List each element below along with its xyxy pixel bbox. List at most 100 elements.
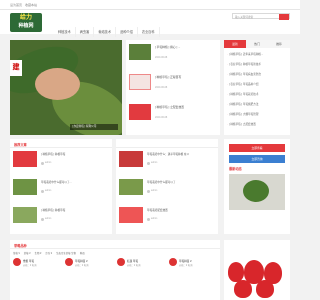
sidebar-list: 最新 热门 推荐 [ 种植草莓 ] 近年来草莓种植... [ 农业草莓 ] 种植… bbox=[224, 40, 290, 135]
news-date: 2020-06-08 bbox=[155, 56, 168, 59]
avatar bbox=[147, 218, 150, 221]
article-thumbnail[interactable] bbox=[13, 151, 37, 167]
list-item[interactable]: [ 种植草莓 ] 种植草莓 admin bbox=[13, 206, 109, 234]
sidebar-item[interactable]: [ 种植草莓 ] 草莓病虫害防治 bbox=[227, 72, 261, 76]
news-thumbnail[interactable] bbox=[129, 74, 151, 90]
right-panel: 立即查看 立即咨询 最新动态 bbox=[224, 139, 290, 234]
news-date: 2020-06-08 bbox=[155, 86, 168, 89]
leaf-shape bbox=[243, 180, 269, 202]
tag[interactable]: 生态冷冻草莓 生物 bbox=[56, 251, 76, 255]
hero-badge: 建 bbox=[10, 60, 22, 76]
strawberry-icon bbox=[169, 258, 177, 266]
sidebar-item[interactable]: [ 种植草莓 ] 大棚草莓管理 bbox=[227, 112, 259, 116]
list-item[interactable]: [ 种植草莓 ] 之配套放置 2020-06-08 bbox=[129, 102, 217, 130]
list-item[interactable]: 草莓栽培中什么都可以了 admin bbox=[119, 178, 215, 206]
sidebar-item[interactable]: [ 种植草莓 ] 草莓栽培技术 bbox=[227, 92, 259, 96]
author-name: admin bbox=[45, 190, 52, 192]
news-title[interactable]: [ 种植草莓 ] 之配套放置 bbox=[155, 105, 184, 109]
list-item[interactable]: 草莓栽培配套放置 admin bbox=[119, 206, 215, 234]
plant-image[interactable] bbox=[229, 174, 285, 210]
strawberry-icon bbox=[13, 258, 21, 266]
article-thumbnail[interactable] bbox=[119, 207, 143, 223]
news-thumbnail[interactable] bbox=[129, 104, 151, 120]
nav-item-1[interactable]: 种植技术 bbox=[54, 27, 76, 37]
product-card[interactable]: 草莓种苗 ¥ 价格：¥ 电询 bbox=[169, 258, 217, 284]
list-item[interactable]: 草莓栽培中什么都可以了... admin bbox=[13, 178, 109, 206]
hero-caption[interactable]: [ 办定制莓 ] 驳利公司 bbox=[70, 124, 118, 130]
sidebar-item[interactable]: [ 农业草莓 ] 种植草莓新技术 bbox=[227, 62, 261, 66]
tab-hot[interactable]: 热门 bbox=[246, 40, 268, 48]
set-homepage-link[interactable]: 设为首页 bbox=[10, 2, 22, 8]
list-item[interactable]: [ 草莓种植 ] 摘心 ] ... 2020-06-08 bbox=[129, 42, 217, 70]
news-list: [ 草莓种植 ] 摘心 ] ... 2020-06-08 [ 种植草莓 ] 正秘… bbox=[126, 40, 220, 135]
article-title[interactable]: [ 种植草莓 ] 种植草莓 bbox=[41, 208, 65, 212]
tag[interactable]: 冷冻 ¥ bbox=[45, 251, 52, 255]
author-name: admin bbox=[151, 162, 158, 164]
search-input[interactable]: 输入关键词搜索 bbox=[235, 15, 253, 19]
tag-row: 草莓 ¥ 草莓 ¥ 生物 ¥ 冷冻 ¥ 生态冷冻草莓 生物 种苗 bbox=[13, 251, 85, 255]
panel-title: 最新动态 bbox=[229, 167, 242, 171]
hand-shape bbox=[35, 68, 80, 100]
list-item[interactable]: [ 种植草莓 ] 种植草莓 admin bbox=[13, 150, 109, 178]
article-title[interactable]: 草莓栽培中什么都可以了... bbox=[41, 180, 72, 184]
strawberry-image[interactable] bbox=[224, 240, 290, 300]
product-price: 价格：¥ 电询 bbox=[179, 265, 193, 267]
recommended-section: 推荐文章 [ 种植草莓 ] 种植草莓 admin 草莓栽培中什么都可以了... … bbox=[10, 139, 220, 234]
tag[interactable]: 草莓 ¥ bbox=[13, 251, 20, 255]
nav-item-3[interactable]: 栽培技术 bbox=[94, 27, 117, 37]
sidebar-item[interactable]: [ 种植草莓 ] 近年来草莓种植... bbox=[227, 52, 263, 56]
recommended-right: 草莓栽培中什么：遂平草莓种植 在ㄨ admin 草莓栽培中什么都可以了 admi… bbox=[116, 139, 218, 234]
author-name: admin bbox=[45, 162, 52, 164]
top-bar: 设为首页 收藏本站 bbox=[0, 0, 300, 10]
article-thumbnail[interactable] bbox=[119, 151, 143, 167]
news-thumbnail[interactable] bbox=[129, 44, 151, 60]
sidebar-item[interactable]: [ 农业草莓 ] 草莓品种介绍 bbox=[227, 82, 259, 86]
author-name: admin bbox=[151, 218, 158, 220]
nav-item-2[interactable]: 病虫害 bbox=[76, 27, 95, 37]
strawberry-icon bbox=[117, 258, 125, 266]
article-title[interactable]: 草莓栽培中什么：遂平草莓种植 在ㄨ bbox=[147, 152, 189, 156]
product-price: 价格：¥ 电询 bbox=[127, 265, 141, 267]
news-title[interactable]: [ 种植草莓 ] 正秘苗有 bbox=[155, 75, 181, 79]
nav-item-5[interactable]: 农业百科 bbox=[138, 27, 160, 37]
product-price: 价格：¥ 电询 bbox=[23, 265, 37, 267]
product-card[interactable]: 草莓种苗 ¥ 价格：¥ 电询 bbox=[65, 258, 113, 284]
tab-recommend[interactable]: 推荐 bbox=[268, 40, 290, 48]
article-thumbnail[interactable] bbox=[119, 179, 143, 195]
author-name: admin bbox=[151, 190, 158, 192]
author-name: admin bbox=[45, 218, 52, 220]
search-button[interactable] bbox=[279, 14, 289, 20]
consult-button[interactable]: 立即咨询 bbox=[229, 155, 285, 163]
site-logo[interactable]: 给力 种植网 bbox=[10, 13, 42, 32]
hero-image[interactable]: 建 [ 办定制莓 ] 驳利公司 bbox=[10, 40, 122, 135]
strawberry-shape bbox=[256, 280, 274, 298]
avatar bbox=[41, 190, 44, 193]
nav-item-4[interactable]: 品种介绍 bbox=[116, 27, 138, 37]
news-title[interactable]: [ 草莓种植 ] 摘心 ] ... bbox=[155, 45, 180, 49]
strawberry-shape bbox=[228, 262, 244, 282]
avatar bbox=[41, 218, 44, 221]
strawberry-shape bbox=[234, 280, 252, 298]
article-thumbnail[interactable] bbox=[13, 179, 37, 195]
avatar bbox=[41, 162, 44, 165]
bookmark-link[interactable]: 收藏本站 bbox=[25, 2, 37, 8]
sidebar-item[interactable]: [ 种植草莓 ] 之配套放置 bbox=[227, 122, 256, 126]
article-title[interactable]: 草莓栽培中什么都可以了 bbox=[147, 180, 176, 184]
tag[interactable]: 种苗 bbox=[80, 251, 85, 255]
list-item[interactable]: 草莓栽培中什么：遂平草莓种植 在ㄨ admin bbox=[119, 150, 215, 178]
logo-line-1: 给力 bbox=[19, 14, 32, 21]
tag[interactable]: 生物 ¥ bbox=[35, 251, 42, 255]
strawberry-icon bbox=[65, 258, 73, 266]
sidebar-item[interactable]: [ 种植草莓 ] 草莓施肥方法 bbox=[227, 102, 259, 106]
tab-latest[interactable]: 最新 bbox=[224, 40, 246, 48]
article-thumbnail[interactable] bbox=[13, 207, 37, 223]
list-item[interactable]: [ 种植草莓 ] 正秘苗有 2020-06-08 bbox=[129, 72, 217, 100]
top-links: 设为首页 收藏本站 bbox=[10, 2, 37, 8]
article-title[interactable]: [ 种植草莓 ] 种植草莓 bbox=[41, 152, 65, 156]
products-section: 草莓品种 草莓 ¥ 草莓 ¥ 生物 ¥ 冷冻 ¥ 生态冷冻草莓 生物 种苗 章姬… bbox=[10, 240, 220, 300]
product-card[interactable]: 红颜 草莓 价格：¥ 电询 bbox=[117, 258, 165, 284]
view-now-button[interactable]: 立即查看 bbox=[229, 144, 285, 152]
article-title[interactable]: 草莓栽培配套放置 bbox=[147, 208, 168, 212]
tag[interactable]: 草莓 ¥ bbox=[24, 251, 31, 255]
product-card[interactable]: 章姬 草莓 价格：¥ 电询 bbox=[13, 258, 61, 284]
